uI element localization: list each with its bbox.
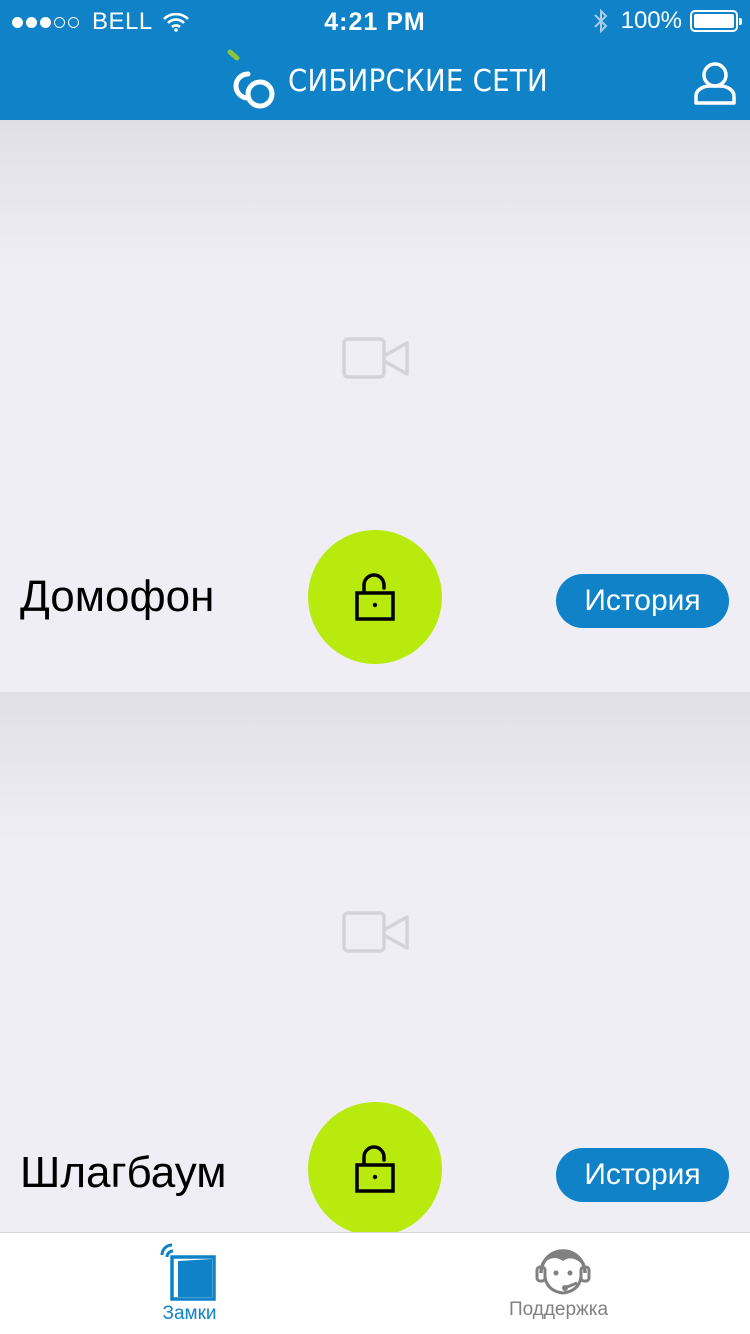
brand-name: СИБИРСКИЕ СЕТИ — [288, 63, 548, 99]
tab-label: Замки — [162, 1303, 217, 1324]
brand-logo-icon — [227, 49, 275, 109]
lock-title: Шлагбаум — [20, 1148, 227, 1197]
open-lock-icon — [355, 573, 395, 621]
bluetooth-icon — [593, 8, 608, 34]
history-button[interactable]: История — [556, 574, 729, 628]
tab-locks[interactable]: Замки — [0, 1233, 375, 1334]
support-agent-icon — [535, 1249, 590, 1295]
profile-icon[interactable] — [692, 60, 738, 106]
video-camera-icon — [342, 911, 409, 953]
history-button[interactable]: История — [556, 1148, 729, 1202]
status-bar: BELL 4:21 PM 100% — [0, 0, 750, 40]
battery-icon — [690, 10, 742, 32]
tab-bar: Замки Поддержка — [0, 1232, 750, 1334]
tab-support[interactable]: Поддержка — [375, 1233, 750, 1334]
door-wireless-icon — [160, 1243, 216, 1301]
app-header: BELL 4:21 PM 100% СИБИРСКИЕ СЕТИ — [0, 0, 750, 120]
lock-card-barrier: Шлагбаум История — [0, 692, 750, 1236]
open-lock-icon — [355, 1145, 395, 1193]
status-right: 100% — [593, 7, 742, 35]
brand-logo: СИБИРСКИЕ СЕТИ — [222, 46, 571, 116]
unlock-button[interactable] — [308, 1102, 442, 1236]
unlock-button[interactable] — [308, 530, 442, 664]
tab-label: Поддержка — [508, 1299, 609, 1320]
lock-title: Домофон — [20, 572, 215, 621]
lock-card-intercom: Домофон История — [0, 120, 750, 692]
battery-percent: 100% — [620, 7, 682, 34]
video-camera-icon — [342, 337, 409, 379]
